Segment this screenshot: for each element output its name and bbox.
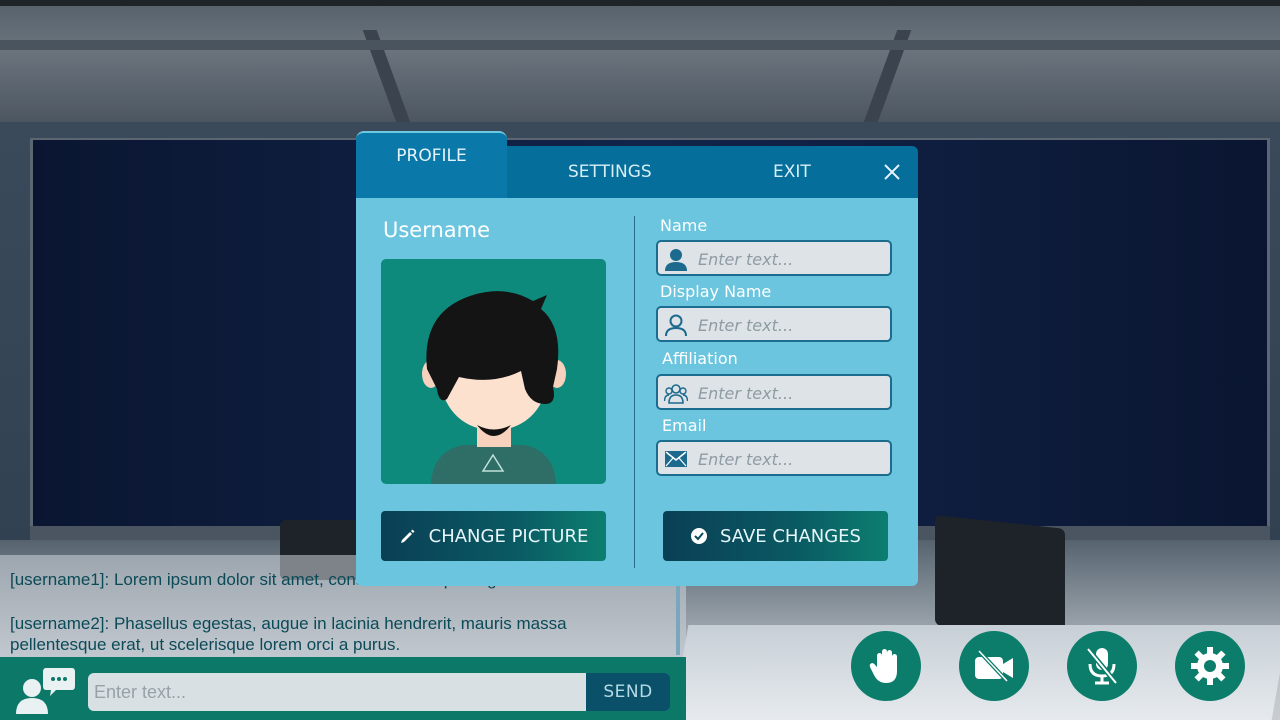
- display-name-input[interactable]: [696, 308, 890, 342]
- group-icon: [664, 384, 688, 404]
- change-picture-label: CHANGE PICTURE: [428, 525, 589, 547]
- tab-settings[interactable]: SETTINGS: [568, 146, 652, 198]
- check-circle-icon: [691, 528, 708, 544]
- save-changes-label: SAVE CHANGES: [720, 525, 861, 547]
- chat-people-icon[interactable]: [10, 666, 76, 716]
- hand-icon: [869, 649, 897, 683]
- send-button[interactable]: SEND: [586, 673, 670, 711]
- camera-off-icon: [975, 649, 1013, 683]
- pencil-icon: [400, 529, 415, 543]
- close-icon[interactable]: [881, 161, 903, 183]
- affiliation-field[interactable]: [656, 374, 892, 410]
- user-outline-icon: [665, 314, 687, 337]
- chair: [935, 515, 1065, 639]
- chat-input[interactable]: [88, 673, 586, 711]
- dialog-body: Username CHANGE PICTURE Name Enter text.…: [356, 198, 918, 586]
- tab-profile[interactable]: PROFILE: [356, 131, 507, 198]
- display-name-label: Display Name: [660, 282, 772, 301]
- mic-off-icon: [1086, 647, 1118, 685]
- name-input[interactable]: [696, 242, 890, 276]
- top-strip: [0, 0, 1280, 6]
- affiliation-label: Affiliation: [662, 349, 738, 368]
- tab-exit[interactable]: EXIT: [773, 146, 811, 198]
- column-divider: [634, 216, 635, 568]
- email-field[interactable]: [656, 440, 892, 476]
- email-label: Email: [662, 416, 707, 435]
- username-label: Username: [383, 218, 491, 242]
- profile-dialog: PROFILE SETTINGS EXIT Username CHANGE PI…: [356, 131, 918, 586]
- raise-hand-button[interactable]: [851, 631, 921, 701]
- mic-toggle-button[interactable]: [1067, 631, 1137, 701]
- envelope-icon: [665, 451, 687, 467]
- email-input[interactable]: [696, 442, 890, 476]
- gear-icon: [1191, 647, 1229, 685]
- save-changes-button[interactable]: SAVE CHANGES: [663, 511, 888, 561]
- change-picture-button[interactable]: CHANGE PICTURE: [381, 511, 606, 561]
- display-name-field[interactable]: [656, 306, 892, 342]
- affiliation-input[interactable]: [696, 376, 890, 410]
- chat-message: [username2]: Phasellus egestas, augue in…: [10, 614, 567, 654]
- camera-toggle-button[interactable]: [959, 631, 1029, 701]
- ceiling-beam: [0, 40, 1280, 50]
- avatar: [381, 259, 606, 484]
- settings-button[interactable]: [1175, 631, 1245, 701]
- name-field[interactable]: [656, 240, 892, 276]
- avatar-illustration: [422, 291, 566, 484]
- ceiling: [0, 0, 1280, 125]
- name-label: Name: [660, 216, 708, 235]
- chat-scrollbar[interactable]: [676, 585, 680, 655]
- user-filled-icon: [665, 249, 687, 271]
